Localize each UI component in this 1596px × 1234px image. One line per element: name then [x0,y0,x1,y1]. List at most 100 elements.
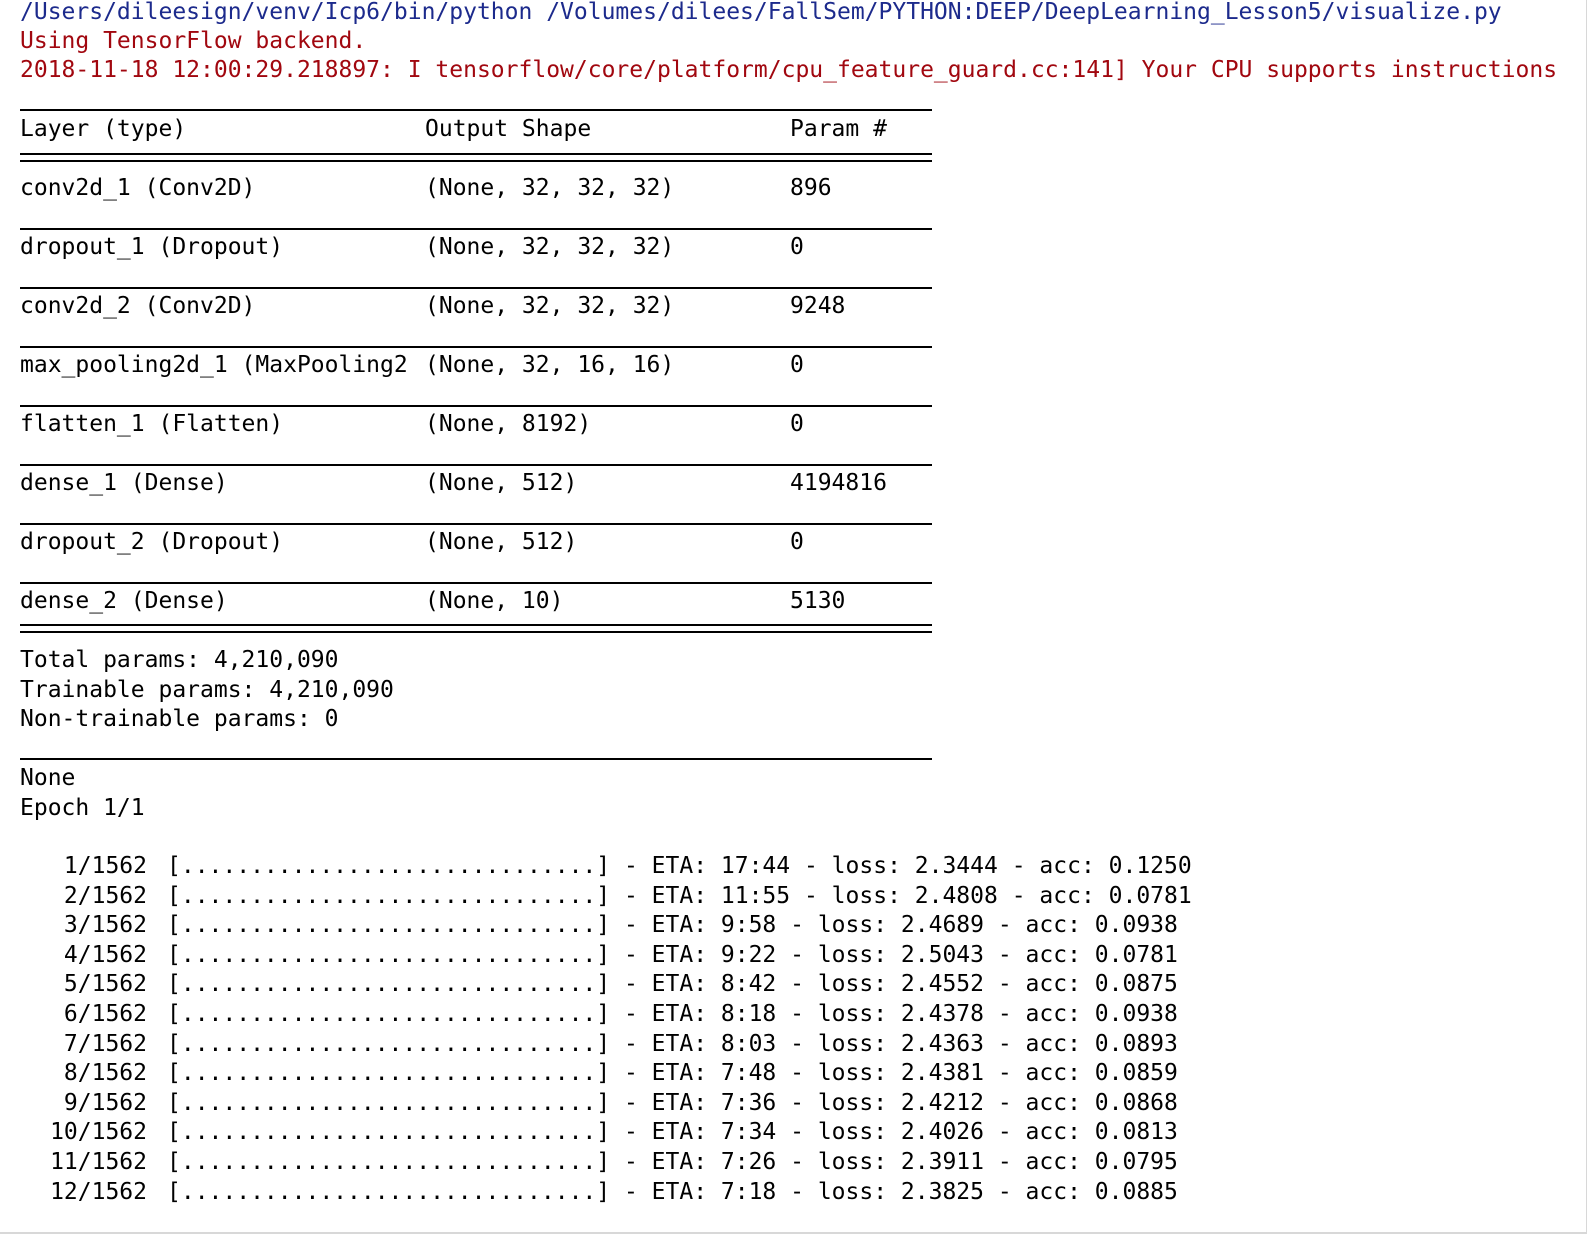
eta-label: - ETA: [610,1030,721,1057]
row-rule [20,287,932,289]
backend-message: Using TensorFlow backend. [20,28,367,54]
eta-label: - ETA: [610,912,721,939]
table-row-layer: flatten_1 (Flatten) [20,411,284,437]
progress-bar-text: [..............................] [167,1178,611,1205]
table-row-shape: (None, 512) [425,529,578,555]
progress-step: 4/1562 [63,941,147,968]
row-rule [20,523,932,525]
progress-line: 6/1562 [..............................] -… [20,999,1178,1029]
loss-label: - loss: [776,1119,901,1146]
eta-value: 8:18 [720,1001,777,1027]
header-output-shape: Output Shape [425,116,592,142]
loss-value: 2.4808 [914,882,998,909]
table-row-shape: (None, 32, 32, 32) [425,234,675,260]
table-row-params: 0 [790,411,804,437]
acc-label: - acc: [984,1119,1095,1146]
table-row-params: 9248 [790,293,846,319]
eta-label: - ETA: [610,1178,721,1205]
progress-bar-text: [..............................] [167,1060,611,1087]
progress-line: 11/1562 [..............................] … [20,1147,1178,1177]
loss-label: - loss: [776,1001,901,1027]
table-row-params: 4194816 [790,470,887,496]
summary-bottom-rule [20,758,932,760]
progress-bar-text: [..............................] [167,853,611,879]
summary-top-rule [20,109,932,111]
progress-line: 12/1562 [..............................] … [20,1177,1178,1207]
progress-bar-text: [..............................] [167,1001,611,1027]
loss-label: - loss: [790,853,915,879]
progress-bar-text: [..............................] [167,1119,611,1146]
loss-label: - loss: [776,971,901,998]
console-output-panel[interactable]: /Users/dileesign/venv/Icp6/bin/python /V… [0,0,1587,1234]
acc-label: - acc: [984,1178,1095,1205]
loss-value: 2.4381 [900,1060,984,1087]
progress-line: 7/1562 [..............................] -… [20,1029,1178,1059]
row-rule [20,228,932,230]
progress-step: 8/1562 [63,1060,147,1087]
header-param: Param # [790,116,887,142]
eta-label: - ETA: [610,941,721,968]
eta-value: 11:55 [720,882,791,909]
acc-label: - acc: [984,1060,1095,1087]
non-trainable-params: Non-trainable params: 0 [20,706,339,732]
acc-value: 0.0868 [1094,1089,1178,1116]
progress-line: 4/1562 [..............................] -… [20,940,1178,970]
eta-value: 8:03 [720,1030,777,1057]
progress-line: 1/1562 [..............................] -… [20,851,1192,881]
progress-step: 12/1562 [50,1178,147,1205]
header-layer: Layer (type) [20,116,187,142]
progress-step: 3/1562 [63,912,147,939]
acc-label: - acc: [984,1149,1095,1175]
eta-value: 7:18 [720,1178,777,1205]
progress-line: 10/1562 [..............................] … [20,1117,1178,1147]
table-row-layer: dropout_1 (Dropout) [20,234,284,260]
eta-label: - ETA: [610,882,721,909]
acc-label: - acc: [984,912,1095,939]
table-row-shape: (None, 32, 32, 32) [425,175,675,201]
progress-bar-text: [..............................] [167,1089,611,1116]
progress-bar-text: [..............................] [167,882,611,909]
eta-value: 7:48 [720,1060,777,1087]
eta-label: - ETA: [610,1119,721,1146]
loss-label: - loss: [776,1178,901,1205]
eta-label: - ETA: [610,971,721,998]
table-row-layer: dropout_2 (Dropout) [20,529,284,555]
progress-line: 5/1562 [..............................] -… [20,969,1178,999]
table-row-layer: max_pooling2d_1 (MaxPooling2 [20,352,408,378]
eta-label: - ETA: [610,1060,721,1087]
progress-bar-text: [..............................] [167,941,611,968]
table-row-params: 0 [790,234,804,260]
eta-value: 7:36 [720,1089,777,1116]
table-row-shape: (None, 8192) [425,411,592,437]
acc-label: - acc: [997,853,1109,879]
none-output: None [20,765,76,791]
cpu-warning: 2018-11-18 12:00:29.218897: I tensorflow… [20,57,1558,83]
progress-line: 2/1562 [..............................] -… [20,881,1192,911]
eta-value: 17:44 [720,853,791,879]
acc-value: 0.0893 [1094,1030,1178,1057]
loss-label: - loss: [790,882,915,909]
table-row-params: 896 [790,175,832,201]
loss-value: 2.4026 [900,1119,984,1146]
acc-label: - acc: [984,1001,1095,1027]
eta-label: - ETA: [610,1149,721,1175]
acc-value: 0.0938 [1094,912,1178,939]
loss-value: 2.4378 [900,1001,984,1027]
acc-value: 0.0885 [1094,1178,1178,1205]
eta-value: 7:26 [720,1149,777,1175]
table-row-shape: (None, 512) [425,470,578,496]
progress-step: 5/1562 [63,971,147,998]
loss-value: 2.3444 [914,853,998,879]
progress-step: 1/1562 [63,853,147,879]
progress-line: 8/1562 [..............................] -… [20,1058,1178,1088]
row-rule [20,582,932,584]
table-row-shape: (None, 32, 16, 16) [425,352,675,378]
progress-bar-text: [..............................] [167,1149,611,1175]
progress-bar-text: [..............................] [167,1030,611,1057]
summary-footer-double-rule [20,624,932,633]
eta-label: - ETA: [610,853,721,879]
acc-value: 0.1250 [1108,853,1192,879]
table-row-layer: conv2d_1 (Conv2D) [20,175,256,201]
loss-label: - loss: [776,941,901,968]
acc-value: 0.0781 [1108,882,1192,909]
